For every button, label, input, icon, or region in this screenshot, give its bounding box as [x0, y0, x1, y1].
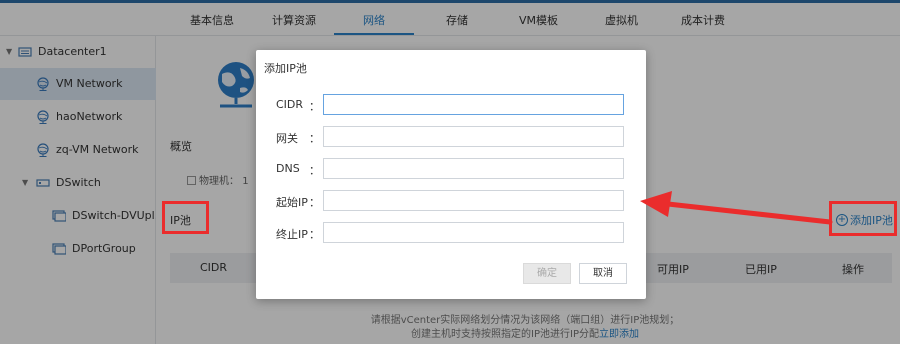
- highlight-box-ippool: [162, 201, 209, 234]
- confirm-button[interactable]: 确定: [523, 263, 571, 284]
- start-ip-input[interactable]: [323, 190, 624, 211]
- dialog-title: 添加IP池: [264, 62, 307, 75]
- dns-input[interactable]: [323, 158, 624, 179]
- field-colon: ：: [309, 164, 320, 177]
- highlight-box-add-ippool: [829, 201, 897, 236]
- field-colon: ：: [309, 228, 320, 241]
- add-ippool-dialog: 添加IP池 CIDR ： 网关 ： DNS ： 起始IP ： 终止IP ： 确定…: [256, 50, 646, 299]
- gateway-input[interactable]: [323, 126, 624, 147]
- field-colon: ：: [309, 132, 320, 145]
- cidr-input[interactable]: [323, 94, 624, 115]
- field-colon: ：: [309, 100, 320, 113]
- field-colon: ：: [309, 196, 320, 209]
- cancel-button[interactable]: 取消: [579, 263, 627, 284]
- end-ip-input[interactable]: [323, 222, 624, 243]
